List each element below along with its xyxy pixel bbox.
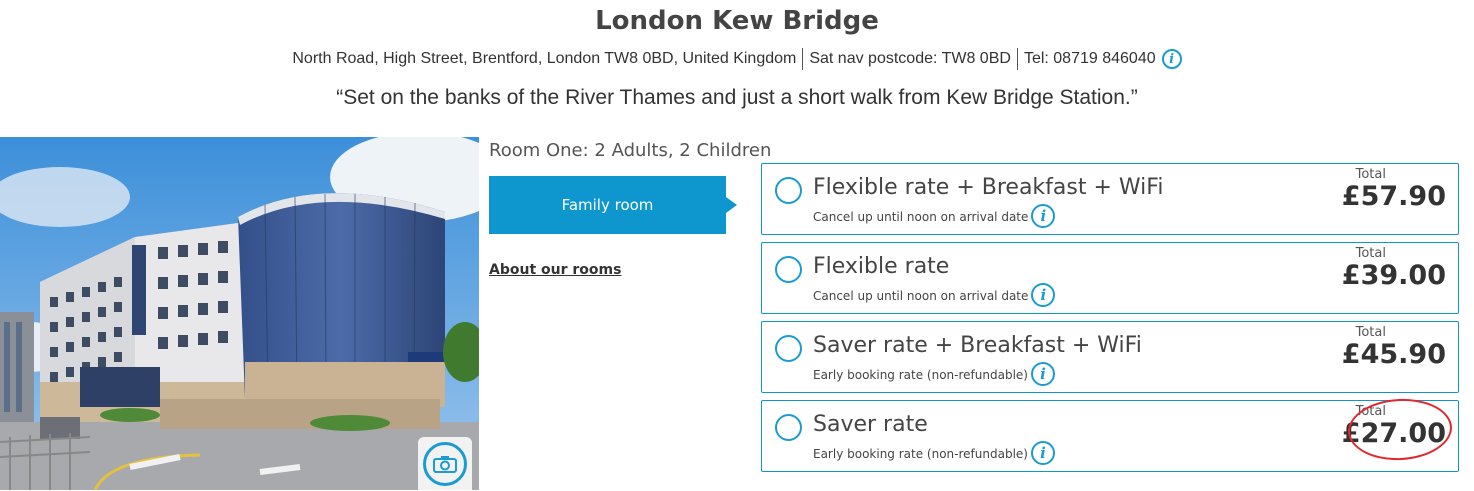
rate-option[interactable]: Saver rate + Breakfast + WiFi Early book… [761,321,1459,393]
total-label: Total [1355,325,1386,340]
family-room-label: Family room [561,196,654,214]
rate-price: £27.00 [1341,418,1446,449]
rate-description-text: Early booking rate (non-refundable) [813,368,1028,382]
rate-name: Flexible rate + Breakfast + WiFi [813,175,1164,200]
total-label: Total [1355,404,1386,419]
camera-icon [423,442,467,486]
info-icon[interactable]: i [1161,49,1182,69]
about-rooms-link[interactable]: About our rooms [489,262,621,278]
hotel-photo [0,137,479,490]
rate-description-text: Cancel up until noon on arrival date [813,289,1029,303]
rate-description: Early booking rate (non-refundable) i [813,441,1055,465]
hotel-tagline: “Set on the banks of the River Thames an… [336,86,1138,109]
rate-name: Saver rate [813,412,928,437]
rate-price: £57.90 [1341,181,1446,212]
rate-price: £45.90 [1341,339,1446,370]
satnav-postcode: Sat nav postcode: TW8 0BD [809,50,1011,67]
family-room-button[interactable]: Family room [489,176,737,234]
radio-button[interactable] [775,414,802,441]
divider [802,48,804,70]
info-icon[interactable]: i [1031,283,1056,307]
address-line: North Road, High Street, Brentford, Lond… [0,48,1474,70]
hotel-title: London Kew Bridge [595,6,879,36]
rate-description: Cancel up until noon on arrival date i [813,283,1056,307]
room-heading: Room One: 2 Adults, 2 Children [489,140,772,161]
radio-button[interactable] [775,335,802,362]
hotel-address: North Road, High Street, Brentford, Lond… [292,50,797,67]
radio-button[interactable] [775,256,802,283]
rate-description: Early booking rate (non-refundable) i [813,362,1055,386]
rate-description: Cancel up until noon on arrival date i [813,204,1056,228]
total-label: Total [1355,246,1386,261]
rate-option[interactable]: Flexible rate + Breakfast + WiFi Cancel … [761,163,1459,235]
info-icon[interactable]: i [1030,362,1055,386]
rate-description-text: Cancel up until noon on arrival date [813,210,1029,224]
radio-button[interactable] [775,177,802,204]
total-label: Total [1355,167,1386,182]
rate-name: Flexible rate [813,254,950,279]
photo-gallery-button[interactable] [418,437,472,491]
telephone: Tel: 08719 846040 [1023,50,1156,67]
rate-price: £39.00 [1341,260,1446,291]
rate-description-text: Early booking rate (non-refundable) [813,447,1028,461]
info-icon[interactable]: i [1030,441,1055,465]
rate-option[interactable]: Flexible rate Cancel up until noon on ar… [761,242,1459,314]
info-icon[interactable]: i [1031,204,1056,228]
arrow-right-icon [726,197,737,213]
rate-list: Flexible rate + Breakfast + WiFi Cancel … [761,163,1459,479]
divider [1016,48,1018,70]
rate-name: Saver rate + Breakfast + WiFi [813,333,1142,358]
rate-option[interactable]: Saver rate Early booking rate (non-refun… [761,400,1459,472]
